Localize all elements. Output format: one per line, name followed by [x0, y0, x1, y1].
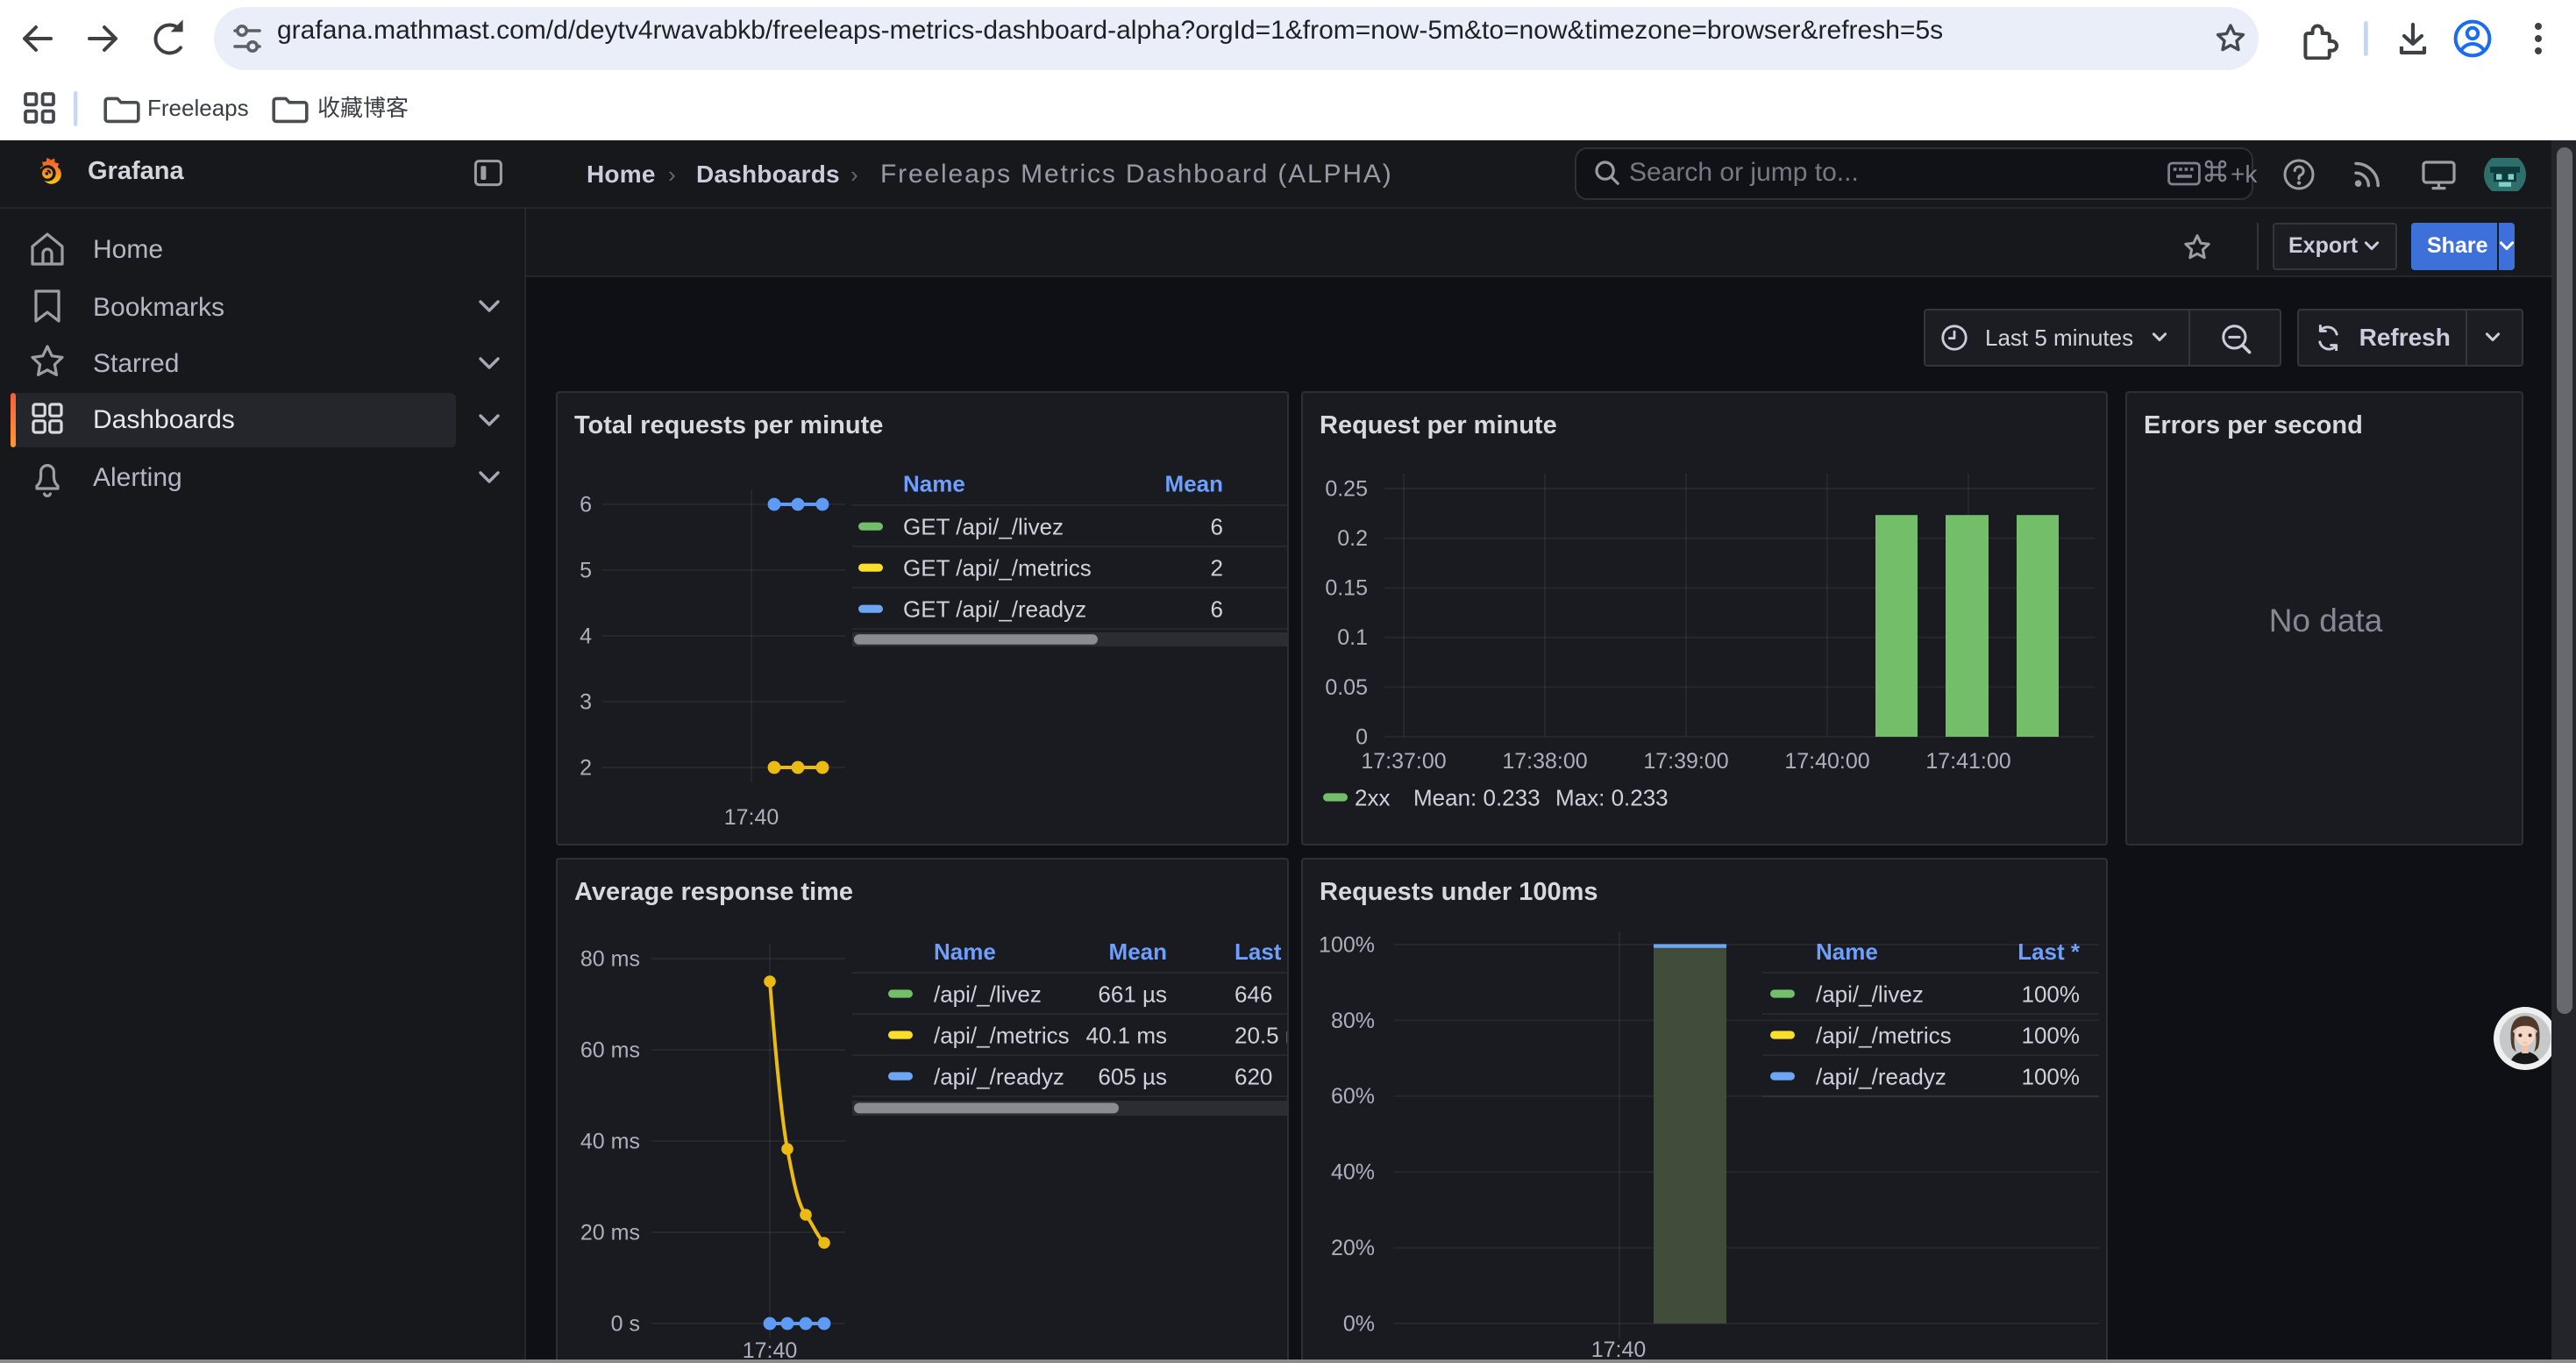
svg-text:17:40:00: 17:40:00 [1783, 749, 1868, 774]
svg-text:100%: 100% [1318, 932, 1374, 957]
svg-text:2: 2 [1210, 554, 1222, 581]
svg-text:100%: 100% [2021, 1063, 2080, 1089]
svg-text:17:38:00: 17:38:00 [1501, 749, 1586, 774]
svg-text:Last *: Last * [1234, 938, 1288, 965]
svg-text:40.1 ms: 40.1 ms [1085, 1022, 1167, 1048]
svg-text:GET /api/_/readyz: GET /api/_/readyz [902, 596, 1085, 622]
svg-text:20%: 20% [1330, 1236, 1374, 1260]
svg-text:20 ms: 20 ms [580, 1220, 639, 1245]
svg-text:40 ms: 40 ms [580, 1129, 639, 1153]
svg-text:Last *: Last * [2017, 938, 2080, 965]
svg-text:Name: Name [902, 471, 964, 497]
svg-text:/api/_/metrics: /api/_/metrics [1815, 1022, 1951, 1048]
svg-text:100%: 100% [2021, 1022, 2080, 1048]
svg-text:17:41:00: 17:41:00 [1925, 749, 2010, 774]
svg-text:6: 6 [579, 492, 591, 517]
svg-text:0.2: 0.2 [1336, 526, 1367, 551]
svg-text:3: 3 [579, 689, 591, 714]
svg-text:0.15: 0.15 [1324, 576, 1367, 601]
svg-text:Mean: Mean [1108, 938, 1166, 965]
svg-text:/api/_/metrics: /api/_/metrics [933, 1022, 1069, 1048]
svg-text:60 ms: 60 ms [580, 1038, 639, 1062]
svg-text:6: 6 [1210, 596, 1222, 622]
svg-text:17:39:00: 17:39:00 [1642, 749, 1727, 774]
svg-text:/api/_/readyz: /api/_/readyz [933, 1063, 1064, 1089]
svg-text:/api/_/readyz: /api/_/readyz [1815, 1063, 1946, 1089]
svg-text:17:40: 17:40 [723, 805, 779, 830]
svg-text:0%: 0% [1342, 1311, 1374, 1336]
svg-text:646: 646 [1234, 981, 1271, 1007]
svg-text:17:37:00: 17:37:00 [1360, 749, 1445, 774]
svg-text:60%: 60% [1330, 1084, 1374, 1109]
svg-text:80 ms: 80 ms [580, 946, 639, 971]
svg-text:4: 4 [579, 624, 591, 648]
svg-text:/api/_/livez: /api/_/livez [933, 981, 1041, 1007]
svg-text:Name: Name [933, 938, 995, 965]
svg-text:5: 5 [579, 558, 591, 582]
svg-text:/api/_/livez: /api/_/livez [1815, 981, 1923, 1007]
svg-text:40%: 40% [1330, 1160, 1374, 1185]
svg-text:2xx: 2xx [1354, 784, 1389, 810]
svg-text:0.05: 0.05 [1324, 675, 1367, 700]
svg-text:0.1: 0.1 [1336, 625, 1367, 650]
svg-text:0.25: 0.25 [1324, 476, 1367, 501]
svg-text:100%: 100% [2021, 981, 2080, 1007]
svg-text:605 µs: 605 µs [1097, 1063, 1166, 1089]
svg-text:GET /api/_/metrics: GET /api/_/metrics [902, 554, 1091, 581]
svg-text:80%: 80% [1330, 1009, 1374, 1033]
svg-text:620: 620 [1234, 1063, 1271, 1089]
svg-text:661 µs: 661 µs [1097, 981, 1166, 1007]
svg-text:Mean: Mean [1164, 471, 1222, 497]
svg-text:0: 0 [1355, 724, 1367, 749]
svg-text:2: 2 [579, 755, 591, 780]
svg-text:6: 6 [1210, 513, 1222, 539]
svg-text:20.5 ms: 20.5 ms [1234, 1022, 1288, 1048]
svg-text:Mean: 0.233: Mean: 0.233 [1413, 784, 1540, 810]
svg-text:Max: 0.233: Max: 0.233 [1555, 784, 1668, 810]
svg-text:0 s: 0 s [610, 1311, 639, 1336]
svg-text:Name: Name [1815, 938, 1877, 965]
svg-text:GET /api/_/livez: GET /api/_/livez [902, 513, 1063, 539]
